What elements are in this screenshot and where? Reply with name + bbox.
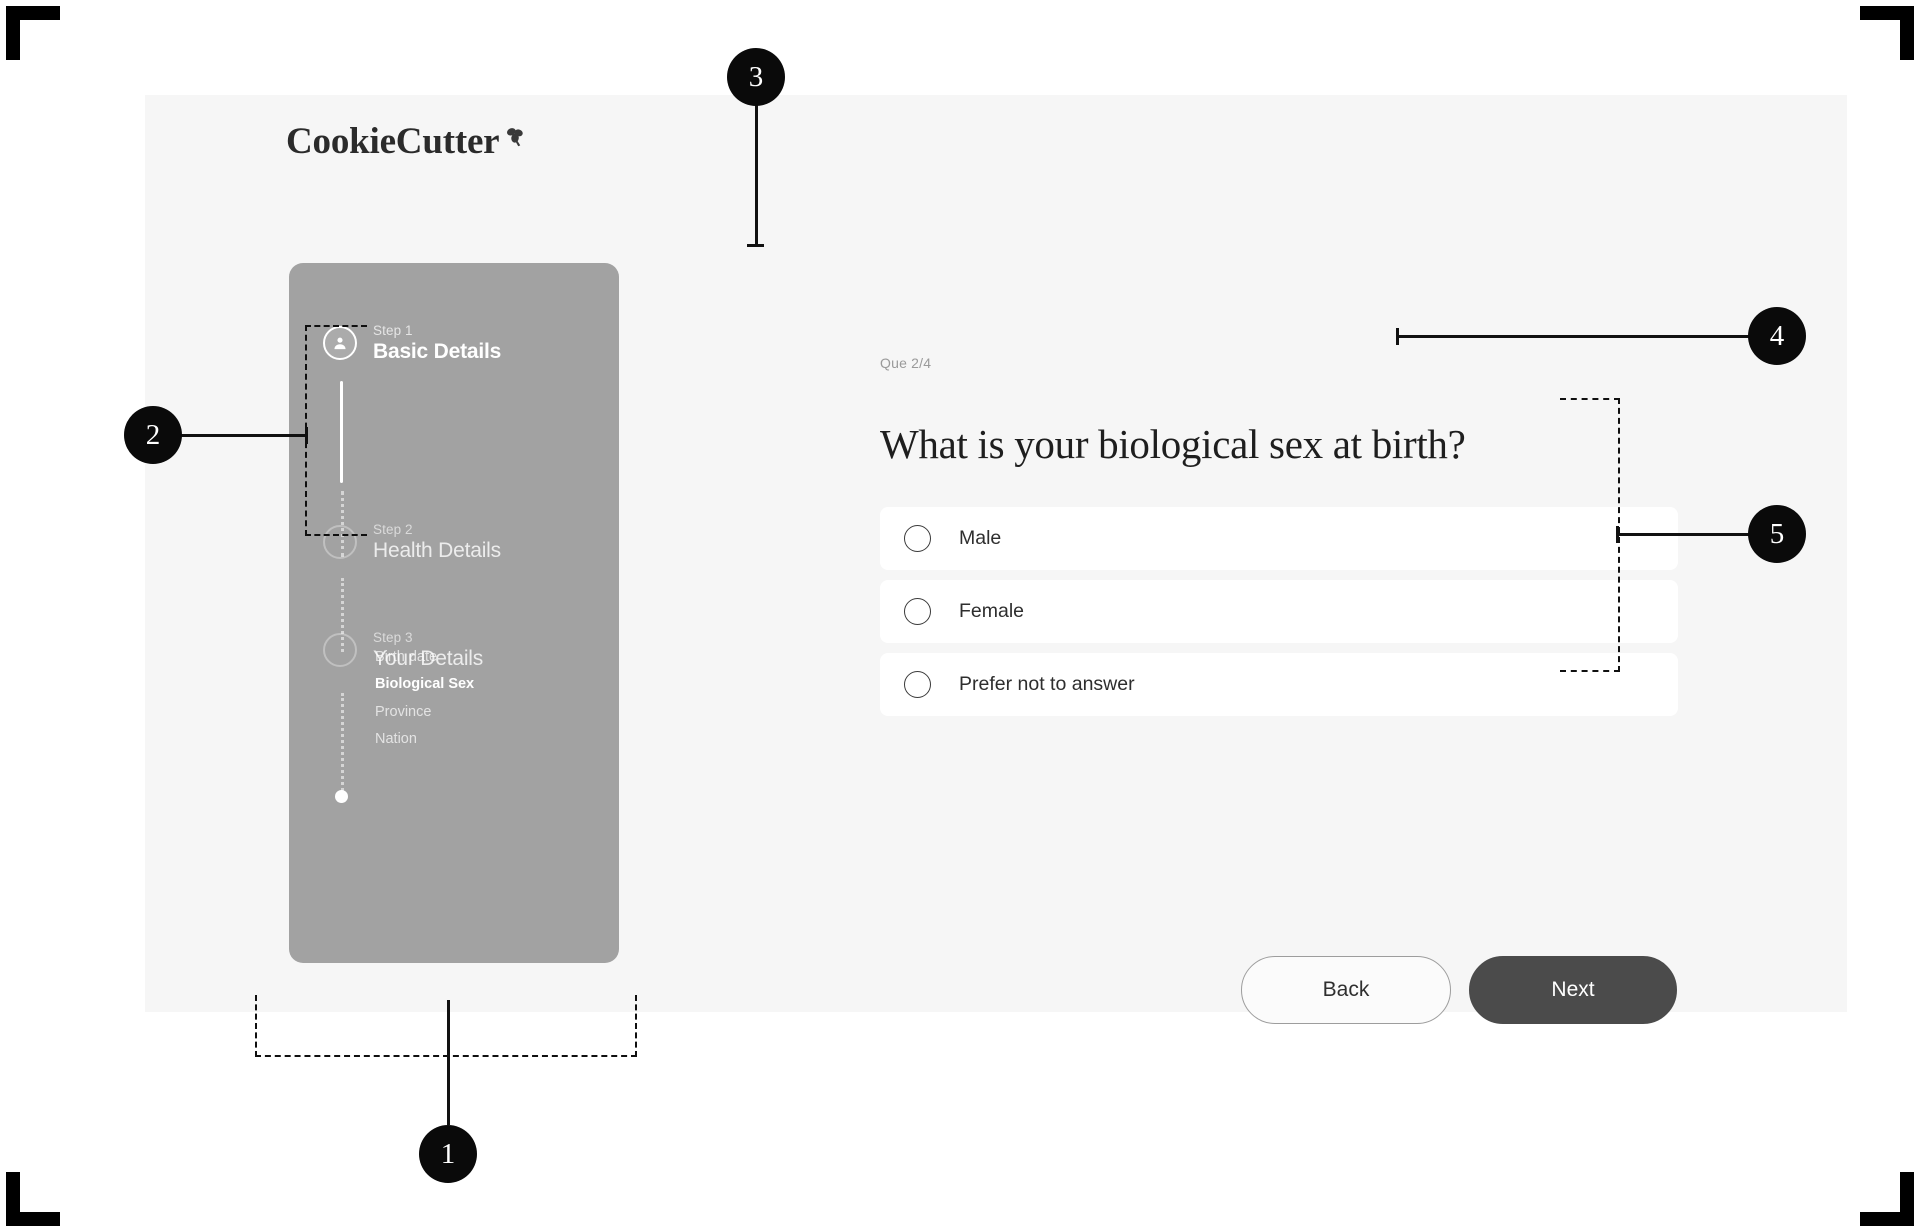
radio-icon[interactable] [904,525,931,552]
stepper-step-kicker: Step 2 [373,522,413,537]
brand-logo[interactable]: CookieCutter [286,123,527,160]
stepper-step-your-details[interactable]: Step 3 Your Details [289,630,619,671]
answer-options-group: Male Female Prefer not to answer [880,507,1678,716]
option-prefer-not-to-answer[interactable]: Prefer not to answer [880,653,1678,716]
annotation-marker-5[interactable]: 5 [1748,505,1806,563]
option-label: Female [959,599,1025,622]
question-title: What is your biological sex at birth? [880,421,1466,468]
crop-mark-bottom-right [1860,1172,1914,1226]
annotation-marker-1[interactable]: 1 [419,1125,477,1183]
stepper-step-kicker: Step 3 [373,630,413,645]
option-male[interactable]: Male [880,507,1678,570]
stepper-rail-end-dot [335,790,348,803]
option-label: Prefer not to answer [959,672,1135,695]
stepper-step-title: Health Details [373,538,501,562]
footer-actions: Back Next [1241,956,1677,1024]
crop-mark-top-left [6,6,60,60]
stepper-step-basic-details[interactable]: Step 1 Basic Details [289,323,619,364]
next-button[interactable]: Next [1469,956,1677,1024]
annotation-1-leader [447,1000,450,1125]
substep-province[interactable]: Province [375,704,474,721]
annotation-marker-4[interactable]: 4 [1748,307,1806,365]
annotation-marker-2[interactable]: 2 [124,406,182,464]
stepper-step-title: Your Details [373,646,484,670]
substep-biological-sex[interactable]: Biological Sex [375,676,474,693]
screenshot-canvas: CookieCutter Step 1 Basic Details Birth … [0,0,1920,1232]
stepper-step-health-details[interactable]: Step 2 Health Details [289,522,619,563]
user-avatar-icon [323,326,357,361]
substep-nation[interactable]: Nation [375,731,474,748]
radio-icon[interactable] [904,671,931,698]
stepper-step-kicker: Step 1 [373,323,413,338]
stepper-rail-dotted-3 [340,693,344,791]
empty-circle-icon [323,525,357,560]
stepper-step-title: Basic Details [373,339,502,363]
back-button[interactable]: Back [1241,956,1451,1024]
question-counter: Que 2/4 [880,355,932,371]
crop-mark-top-right [1860,6,1914,60]
app-card: CookieCutter Step 1 Basic Details Birth … [145,95,1847,1024]
annotation-marker-3[interactable]: 3 [727,48,785,106]
brand-name: CookieCutter [286,121,500,162]
radio-icon[interactable] [904,598,931,625]
stepper-sidebar: Step 1 Basic Details Birth date Biologic… [289,263,619,963]
option-label: Male [959,526,1002,549]
empty-circle-icon [323,633,357,668]
crop-mark-bottom-left [6,1172,60,1226]
cookie-logo-mark-icon [502,124,527,154]
stepper-rail-active [340,381,343,483]
option-female[interactable]: Female [880,580,1678,643]
